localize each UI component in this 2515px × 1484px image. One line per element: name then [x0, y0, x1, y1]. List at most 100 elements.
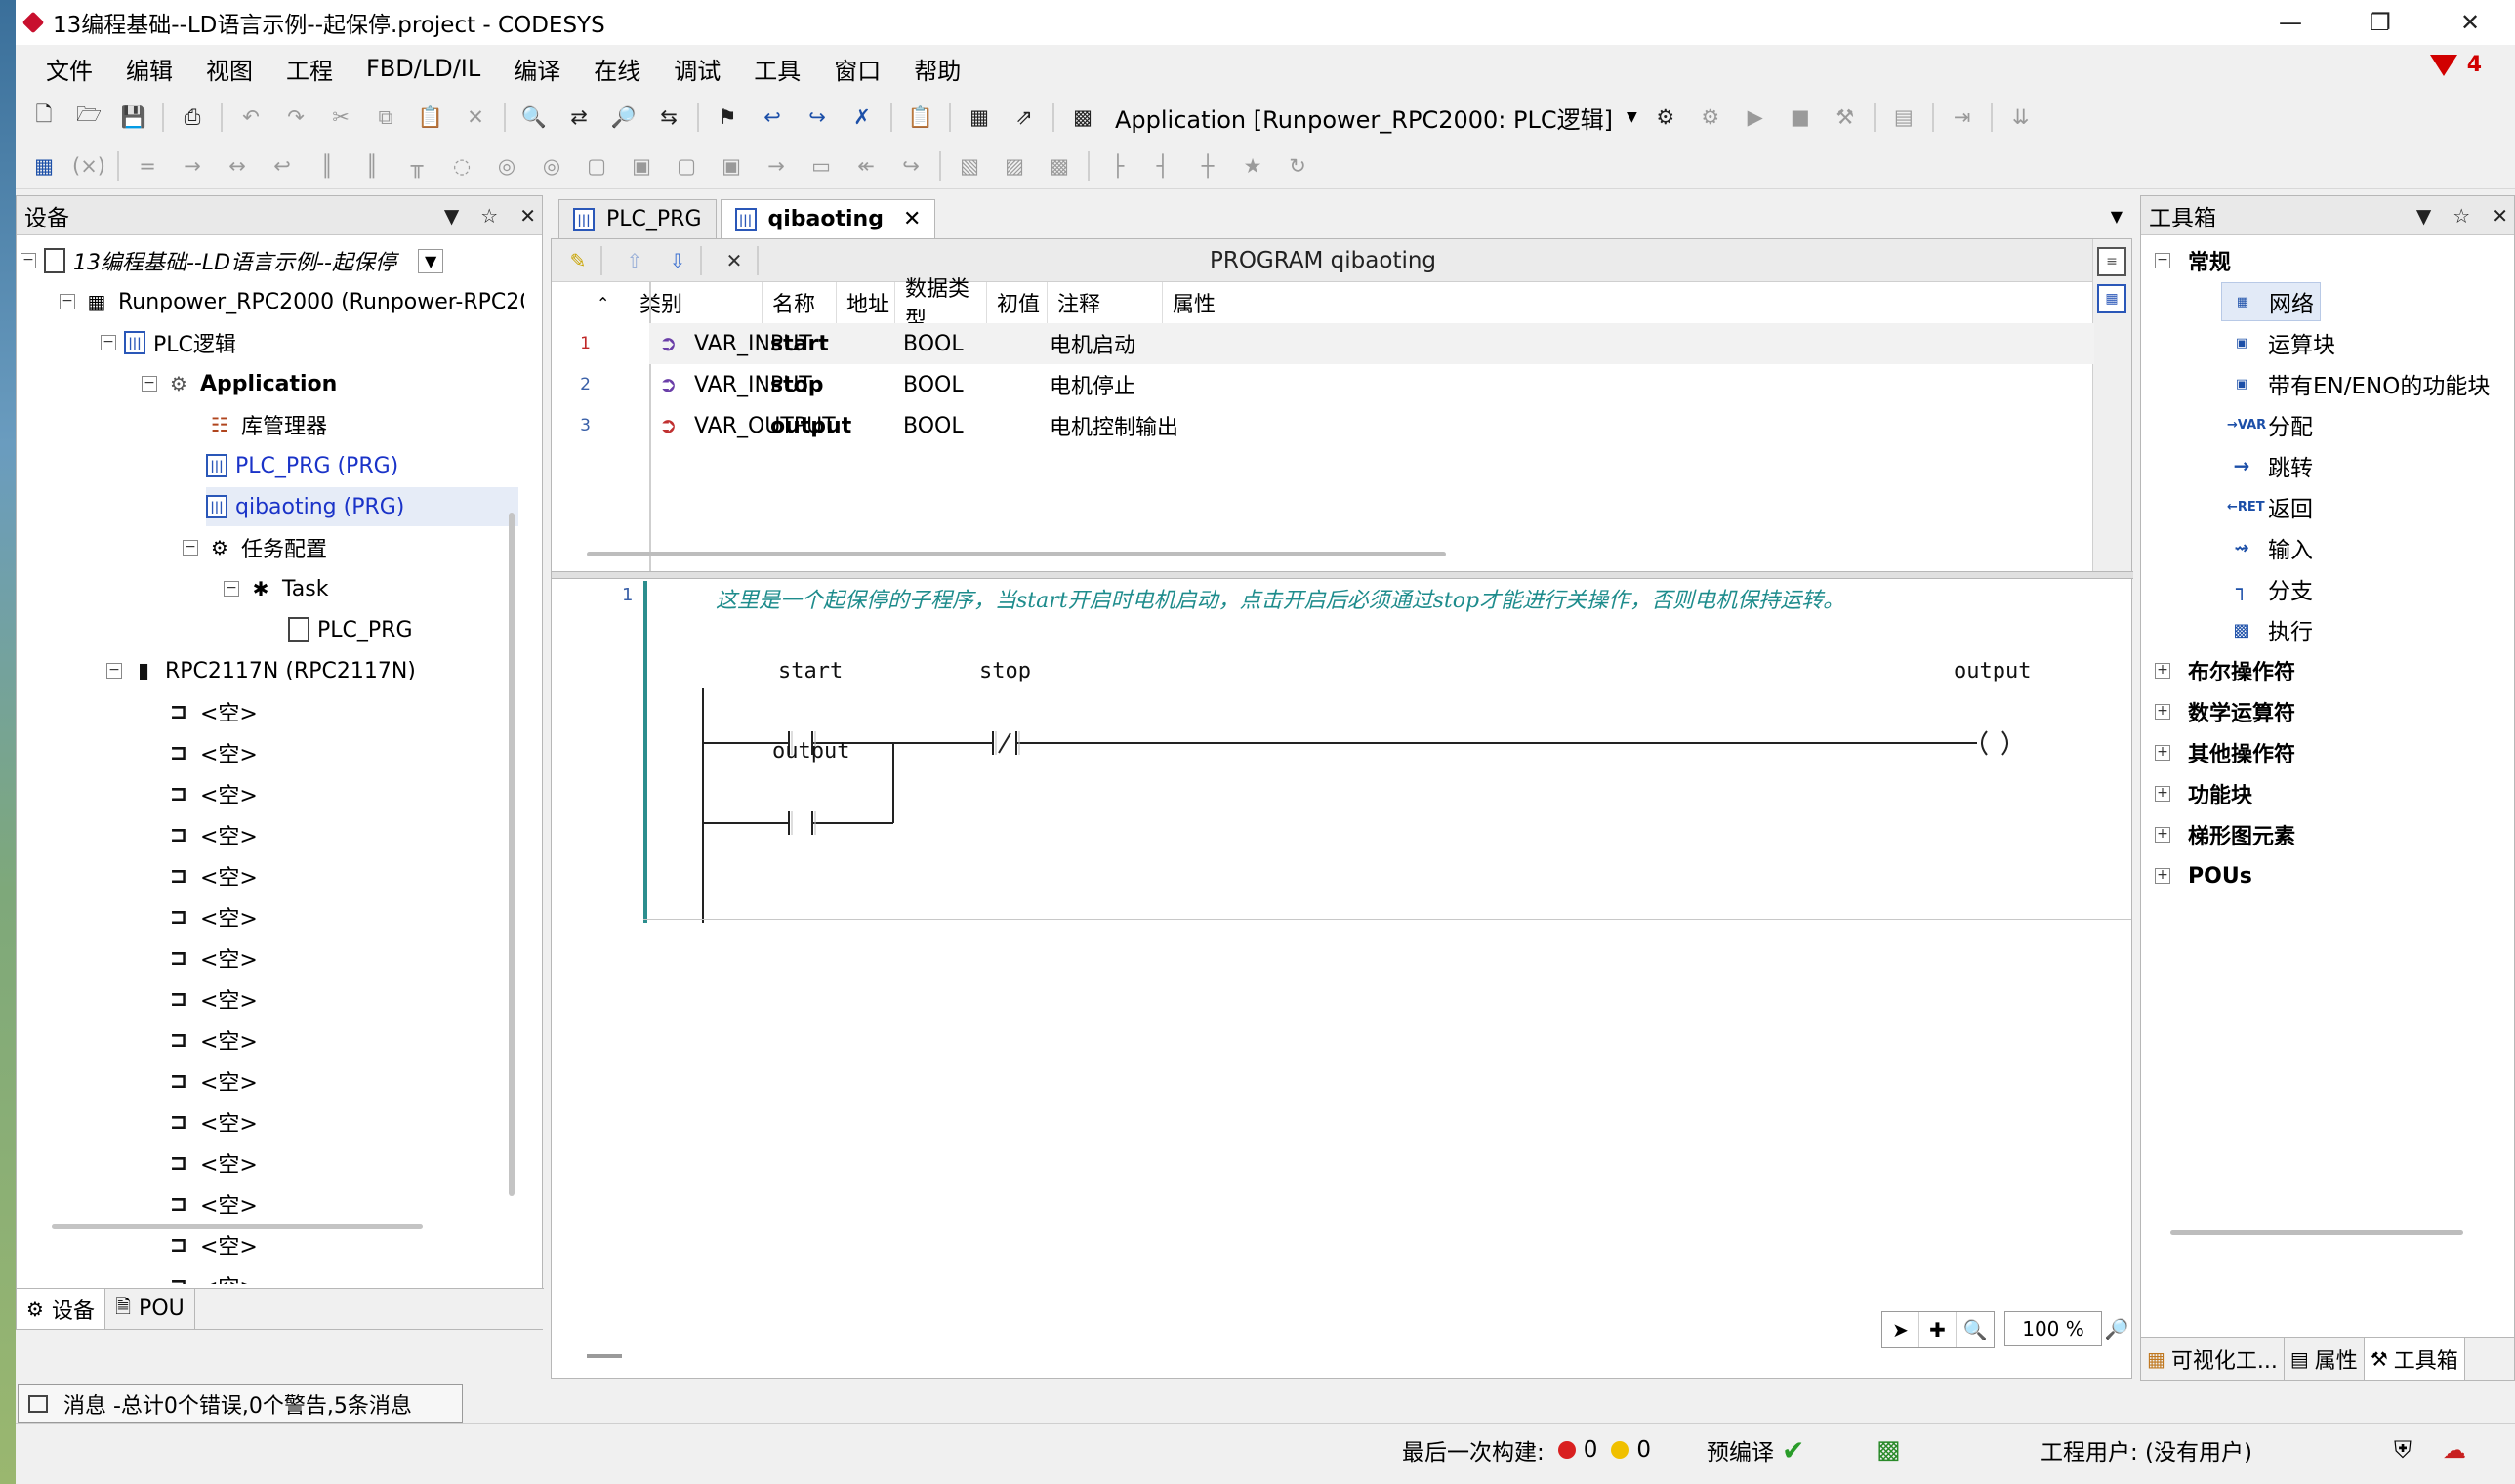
coil-output-label[interactable]: output: [1954, 659, 2031, 683]
paste-icon[interactable]: 📋: [413, 100, 448, 135]
insert-return-icon[interactable]: ↩: [265, 148, 300, 184]
tree-item-task-config[interactable]: − ⚙ 任务配置: [183, 528, 327, 567]
chevron-down-icon[interactable]: ▼: [417, 248, 444, 273]
expand-icon[interactable]: +: [2155, 868, 2170, 884]
tree-item-empty-slot[interactable]: ⊐ <空>: [165, 1061, 258, 1100]
contact-output-label[interactable]: output: [772, 739, 849, 763]
column-header-attributes[interactable]: 属性: [1163, 282, 1280, 323]
messages-tab[interactable]: 消息 -总计0个错误,0个警告,5条消息: [18, 1384, 463, 1423]
tree-item-plc-logic[interactable]: − ||| PLC逻辑: [101, 323, 236, 362]
find-in-project-icon[interactable]: 🔎: [606, 100, 641, 135]
collapse-icon[interactable]: −: [101, 335, 116, 350]
save-icon[interactable]: 💾: [116, 100, 151, 135]
tree-item-empty-slot[interactable]: ⊐ <空>: [165, 979, 258, 1018]
redo-icon[interactable]: ↷: [278, 100, 313, 135]
zoom-level[interactable]: 100 %: [2004, 1311, 2102, 1346]
tree-item-empty-slot[interactable]: ⊐ <空>: [165, 1225, 258, 1264]
tree-item-empty-slot[interactable]: ⊐ <空>: [165, 1020, 258, 1059]
login-icon[interactable]: ⚙: [1648, 100, 1683, 135]
expand-icon[interactable]: +: [2155, 704, 2170, 720]
move-up-icon[interactable]: ⇧: [618, 244, 651, 277]
new-project-icon[interactable]: 🗋: [26, 100, 62, 135]
toolbox-category-ladder[interactable]: + 梯形图元素: [2155, 815, 2295, 854]
print-icon[interactable]: ⎙: [175, 100, 210, 135]
minimize-button[interactable]: —: [2246, 0, 2335, 45]
find-icon[interactable]: 🔍: [516, 100, 552, 135]
expand-icon[interactable]: +: [2155, 663, 2170, 679]
tree-item-plc-prg[interactable]: ||| PLC_PRG (PRG): [206, 446, 398, 485]
tree-item-device[interactable]: − ▦ Runpower_RPC2000 (Runpower-RPC2000): [60, 282, 524, 321]
copy-icon[interactable]: ⧉: [368, 100, 403, 135]
insert-input-icon[interactable]: →: [759, 148, 794, 184]
insert-box-en-icon[interactable]: ▣: [624, 148, 659, 184]
zoom-settings-icon[interactable]: 🔎: [2102, 1311, 2131, 1346]
tabular-view-icon[interactable]: ▦: [2097, 284, 2126, 313]
tree-item-library-manager[interactable]: ☷ 库管理器: [206, 405, 327, 444]
precompile-status[interactable]: 预编译 ✔: [1707, 1424, 1804, 1475]
step-over-icon[interactable]: ⇥: [1945, 100, 1980, 135]
tab-qibaoting[interactable]: ||| qibaoting ✕: [720, 199, 936, 238]
toolbox-item-jump[interactable]: → 跳转: [2221, 446, 2319, 485]
toolbox-item-return[interactable]: ←RET 返回: [2221, 487, 2319, 526]
menu-project[interactable]: 工程: [269, 45, 350, 92]
tree-item-application[interactable]: − ⚙ Application: [142, 364, 337, 403]
menu-debug[interactable]: 调试: [657, 45, 737, 92]
toolbox-category-boolean[interactable]: + 布尔操作符: [2155, 651, 2295, 690]
insert-network-icon[interactable]: ▦: [26, 148, 62, 184]
toolbox-category-function-blocks[interactable]: + 功能块: [2155, 774, 2252, 813]
tree-item-empty-slot[interactable]: ⊐ <空>: [165, 774, 258, 813]
collapse-icon[interactable]: −: [2155, 253, 2170, 268]
insert-var-icon[interactable]: ▭: [804, 148, 839, 184]
variable-row[interactable]: 3 ➲ VAR_OUTPUT output BOOL 电机控制输出: [580, 405, 2094, 446]
insert-parallel-contact-icon[interactable]: ╥: [399, 148, 434, 184]
start-icon[interactable]: ▶: [1738, 100, 1773, 135]
message-filter-button[interactable]: 4: [2429, 53, 2482, 77]
zoom-tool-icon[interactable]: 🔍: [1957, 1312, 1994, 1347]
clear-bookmarks-icon[interactable]: ✗: [845, 100, 880, 135]
tab-pou[interactable]: 🗎 POU: [105, 1289, 195, 1329]
horizontal-scrollbar[interactable]: [52, 1224, 423, 1229]
tab-plc-prg[interactable]: ||| PLC_PRG: [558, 199, 717, 238]
collapse-icon[interactable]: −: [60, 294, 75, 309]
tree-item-empty-slot[interactable]: ⊐ <空>: [165, 897, 258, 936]
horizontal-scrollbar[interactable]: [587, 552, 1446, 556]
remove-unused-icon[interactable]: ↻: [1280, 148, 1315, 184]
auto-declare-icon[interactable]: ✎: [561, 244, 595, 277]
tab-toolbox[interactable]: ⚒ 工具箱: [2364, 1338, 2465, 1380]
tree-item-empty-slot[interactable]: ⊐ <空>: [165, 938, 258, 977]
expand-icon[interactable]: +: [2155, 827, 2170, 843]
collapse-icon[interactable]: −: [21, 253, 36, 268]
column-header-name[interactable]: 名称: [763, 282, 837, 323]
delete-icon[interactable]: ✕: [458, 100, 493, 135]
tab-properties[interactable]: ▤ 属性: [2285, 1338, 2365, 1380]
tree-item-project[interactable]: − 13编程基础--LD语言示例--起保停 ▼: [21, 241, 444, 280]
variable-row[interactable]: 2 ➲ VAR_INPUT stop BOOL 电机停止: [580, 364, 2094, 405]
contact-stop-label[interactable]: stop: [979, 659, 1031, 683]
move-down-icon[interactable]: ⇩: [661, 244, 694, 277]
column-header-address[interactable]: 地址: [837, 282, 895, 323]
delete-variable-icon[interactable]: ✕: [718, 244, 751, 277]
menu-edit[interactable]: 编辑: [109, 45, 189, 92]
close-panel-icon[interactable]: ✕: [2492, 204, 2508, 227]
toolbox-item-input[interactable]: ⇝ 输入: [2221, 528, 2319, 567]
stop-icon[interactable]: ■: [1783, 100, 1818, 135]
reset-icon[interactable]: ⚒: [1828, 100, 1863, 135]
menu-window[interactable]: 窗口: [817, 45, 897, 92]
build-icon[interactable]: ▩: [1065, 100, 1100, 135]
open-folder-icon[interactable]: 🗁: [71, 100, 106, 135]
menu-tools[interactable]: 工具: [737, 45, 817, 92]
menu-build[interactable]: 编译: [497, 45, 577, 92]
menu-online[interactable]: 在线: [577, 45, 657, 92]
maximize-button[interactable]: ❐: [2335, 0, 2425, 45]
cut-icon[interactable]: ✂: [323, 100, 358, 135]
toolbox-category-math[interactable]: + 数学运算符: [2155, 692, 2295, 731]
close-tab-icon[interactable]: ✕: [903, 207, 921, 231]
horizontal-scrollbar[interactable]: [587, 1354, 622, 1358]
tree-item-empty-slot[interactable]: ⊐ <空>: [165, 1266, 258, 1285]
device-connection-icon[interactable]: ▩: [1876, 1424, 1901, 1475]
replace-icon[interactable]: ⇄: [561, 100, 597, 135]
insert-set-coil-icon[interactable]: ◎: [489, 148, 524, 184]
column-header-comment[interactable]: 注释: [1048, 282, 1163, 323]
branch-start-icon[interactable]: ├: [1100, 148, 1135, 184]
menu-view[interactable]: 视图: [189, 45, 269, 92]
